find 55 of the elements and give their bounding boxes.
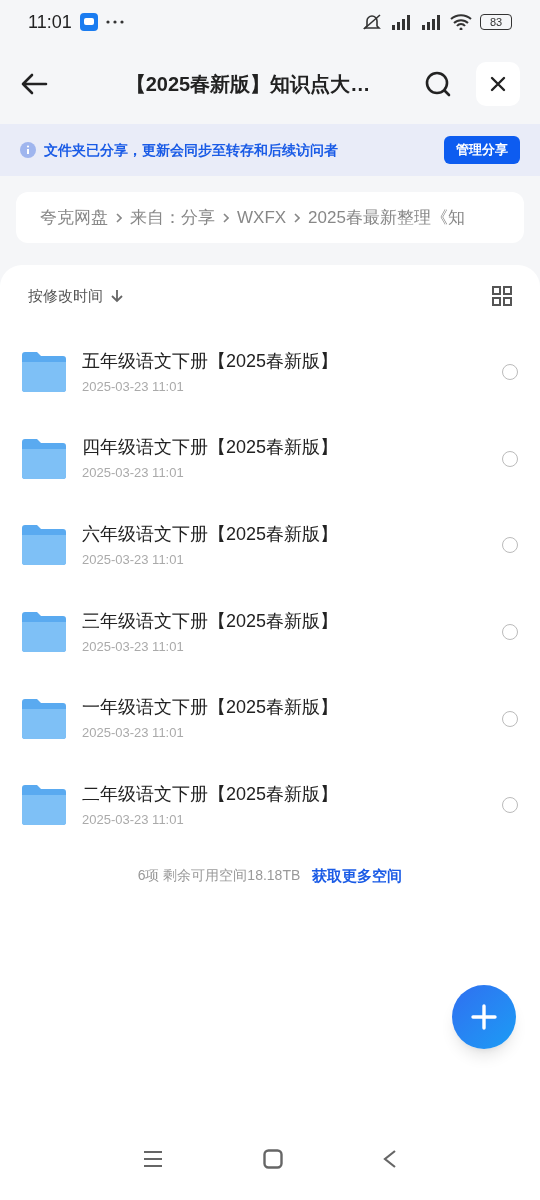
file-name: 六年级语文下册【2025春新版】 [82, 522, 340, 546]
clock: 11:01 [28, 10, 72, 34]
breadcrumb-item[interactable]: 2025春最新整理《知 [308, 204, 465, 231]
file-row[interactable]: 三年级语文下册【2025春新版】 2025-03-23 11:01 [0, 588, 540, 676]
folder-icon [22, 698, 66, 739]
breadcrumb-item[interactable]: 来自：分享 [130, 204, 215, 231]
file-date: 2025-03-23 11:01 [82, 464, 185, 483]
close-button[interactable] [476, 62, 520, 106]
file-date: 2025-03-23 11:01 [82, 811, 185, 830]
more-space-link[interactable]: 获取更多空间 [312, 864, 403, 888]
chevron-right-icon [116, 212, 122, 223]
file-date: 2025-03-23 11:01 [82, 550, 185, 569]
manage-share-button[interactable]: 管理分享 [444, 136, 520, 164]
grid-view-icon[interactable] [492, 286, 512, 307]
menu-icon[interactable] [143, 1150, 163, 1168]
file-name: 一年级语文下册【2025春新版】 [82, 696, 340, 720]
breadcrumb-item[interactable]: WXFX [237, 204, 287, 231]
chevron-right-icon [294, 212, 301, 223]
file-name: 三年级语文下册【2025春新版】 [82, 609, 340, 633]
folder-icon [22, 525, 66, 566]
folder-icon [22, 785, 66, 826]
banner-text: 文件夹已分享，更新会同步至转存和后续访问者 [44, 140, 339, 160]
info-icon [20, 142, 36, 158]
sort-label[interactable]: 按修改时间 [28, 285, 103, 308]
file-name: 四年级语文下册【2025春新版】 [82, 436, 340, 460]
wifi-icon [450, 14, 472, 30]
search-icon[interactable] [424, 70, 452, 98]
app-notification-icon [79, 13, 98, 31]
more-icon [105, 20, 124, 24]
back-icon[interactable] [20, 72, 48, 96]
folder-icon [22, 611, 66, 652]
file-row[interactable]: 四年级语文下册【2025春新版】 2025-03-23 11:01 [0, 415, 540, 502]
file-date: 2025-03-23 11:01 [82, 724, 185, 743]
arrow-down-icon[interactable] [111, 289, 123, 304]
close-icon [490, 76, 506, 92]
file-name: 二年级语文下册【2025春新版】 [82, 783, 340, 807]
mute-icon [362, 13, 382, 31]
file-name: 五年级语文下册【2025春新版】 [82, 349, 340, 373]
page-title: 【2025春新版】知识点大… [124, 72, 372, 97]
folder-icon [22, 438, 66, 479]
chevron-right-icon [223, 212, 229, 223]
file-date: 2025-03-23 11:01 [82, 377, 185, 396]
home-icon[interactable] [263, 1149, 283, 1169]
storage-info: 6项 剩余可用空间18.18TB [137, 866, 301, 886]
folder-icon [22, 351, 66, 392]
file-row[interactable]: 二年级语文下册【2025春新版】 2025-03-23 11:01 [0, 761, 540, 849]
plus-icon [471, 1004, 497, 1030]
file-date: 2025-03-23 11:01 [82, 637, 185, 656]
signal-icon [390, 14, 412, 30]
file-row[interactable]: 一年级语文下册【2025春新版】 2025-03-23 11:01 [0, 675, 540, 762]
breadcrumb-item[interactable]: 夸克网盘 [40, 204, 108, 231]
file-row[interactable]: 五年级语文下册【2025春新版】 2025-03-23 11:01 [0, 328, 540, 416]
file-row[interactable]: 六年级语文下册【2025春新版】 2025-03-23 11:01 [0, 501, 540, 589]
signal-icon [420, 14, 442, 30]
battery-indicator: 83 [480, 14, 512, 30]
